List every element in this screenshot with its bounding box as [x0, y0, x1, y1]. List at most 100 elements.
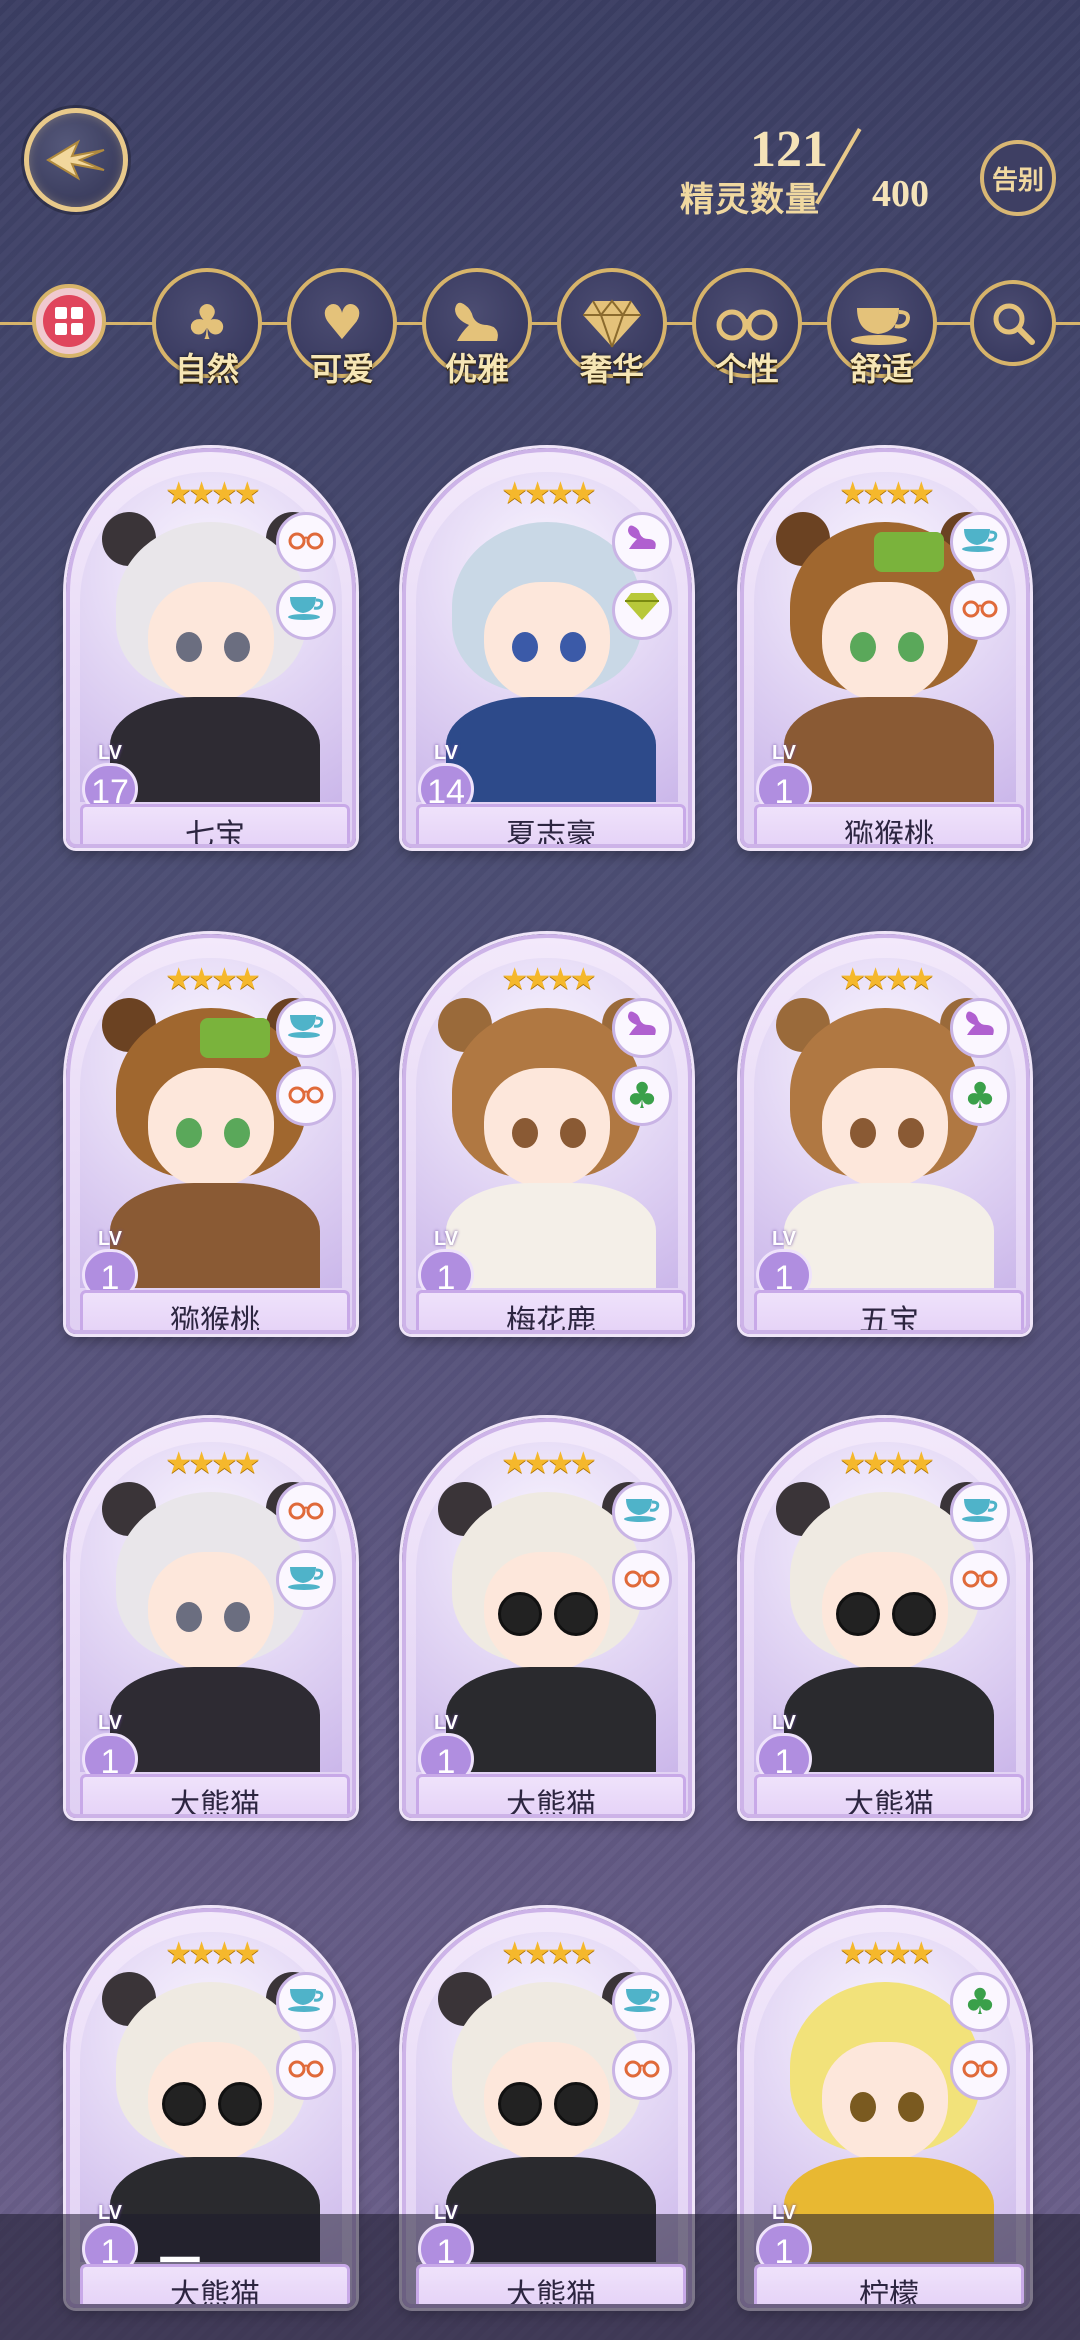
- back-button[interactable]: [24, 108, 128, 212]
- swan-icon: [455, 302, 498, 341]
- sunglasses-right: [554, 2082, 598, 2126]
- swan-icon: [623, 521, 661, 563]
- sprite-name: 大熊猫: [416, 2264, 686, 2304]
- level-label: LV: [771, 2202, 797, 2224]
- sprite-capacity: 400: [872, 173, 929, 215]
- sprite-name: 五宝: [754, 1290, 1024, 1330]
- sunglasses-right: [554, 1592, 598, 1636]
- sprite-card[interactable]: ★★★★ LV 1 猕猴桃: [740, 430, 1030, 850]
- trait-badge: [950, 580, 1010, 640]
- search-icon: [993, 303, 1035, 345]
- sprite-name: 夏志豪: [416, 804, 686, 844]
- rarity-stars: ★★★★: [165, 1936, 261, 1971]
- face: [822, 1068, 948, 1188]
- sprite-card[interactable]: ★★★★ ♣ LV 1 梅花鹿: [402, 916, 692, 1336]
- rarity-stars: ★★★★: [839, 1446, 935, 1481]
- rarity-stars: ★★★★: [165, 962, 261, 997]
- sprite-name: 猕猴桃: [80, 1290, 350, 1330]
- sprite-card[interactable]: ★★★★ LV 1 猕猴桃: [66, 916, 356, 1336]
- trait-badge: [612, 512, 672, 572]
- trait-badge: [276, 1066, 336, 1126]
- filter-cute-label: 可爱: [309, 350, 374, 388]
- rarity-stars: ★★★★: [501, 1936, 597, 1971]
- clover-icon: ♣: [185, 295, 229, 351]
- eye-right: [224, 632, 250, 662]
- rarity-stars: ★★★★: [165, 476, 261, 511]
- eye-left: [850, 2092, 876, 2122]
- level-label: LV: [771, 742, 797, 764]
- filter-elegant-label: 优雅: [444, 350, 509, 388]
- trait-badge: [612, 580, 672, 640]
- level-label: LV: [433, 1712, 459, 1734]
- trait-badge: [612, 2040, 672, 2100]
- eye-left: [850, 632, 876, 662]
- face: [822, 2042, 948, 2162]
- teacup-icon: [286, 591, 326, 629]
- trait-badge: [950, 1482, 1010, 1542]
- teacup-icon: [622, 1983, 662, 2021]
- farewell-button[interactable]: 告别: [980, 140, 1056, 216]
- sprite-name: 大熊猫: [80, 2264, 350, 2304]
- sprite-name: 柠檬: [754, 2264, 1024, 2304]
- trait-badge: [276, 998, 336, 1058]
- filter-comfort-label: 舒适: [849, 350, 914, 388]
- filter-luxury-label: 奢华: [579, 350, 644, 388]
- clover-icon: ♣: [625, 1075, 659, 1117]
- eye-right: [898, 2092, 924, 2122]
- card-frame: ★★★★ LV 17 七宝: [66, 448, 356, 848]
- sprite-card[interactable]: ★★★★ LV 1 大熊猫: [66, 1400, 356, 1820]
- trait-badge: [612, 1550, 672, 1610]
- glasses-icon: [287, 1077, 325, 1115]
- eye-right: [560, 1118, 586, 1148]
- sunglasses-left: [162, 2082, 206, 2126]
- teacup-icon: [960, 523, 1000, 561]
- eye-left: [512, 1118, 538, 1148]
- face: [148, 1068, 274, 1188]
- level-label: LV: [97, 1712, 123, 1734]
- trait-badge: [276, 2040, 336, 2100]
- card-frame: ★★★★ ♣ LV 1 五宝: [740, 934, 1030, 1334]
- sprite-card[interactable]: ★★★★ LV 14 夏志豪: [402, 430, 692, 850]
- sunglasses-right: [892, 1592, 936, 1636]
- card-frame: ★★★★ LV 14 夏志豪: [402, 448, 692, 848]
- teacup-icon: [960, 1493, 1000, 1531]
- sprite-card[interactable]: ★★★★ ♣ LV 1 五宝: [740, 916, 1030, 1336]
- glasses-icon: [716, 309, 778, 341]
- sprite-name: 大熊猫: [754, 1774, 1024, 1814]
- trait-badge: [276, 1550, 336, 1610]
- filter-search[interactable]: [970, 280, 1056, 366]
- eye-left: [512, 632, 538, 662]
- trait-badge: [612, 1482, 672, 1542]
- sprite-count-label: 精灵数量: [680, 180, 820, 220]
- eye-right: [224, 1118, 250, 1148]
- rarity-stars: ★★★★: [839, 962, 935, 997]
- glasses-icon: [961, 591, 999, 629]
- hair-bow: [874, 532, 944, 572]
- sunglasses-left: [498, 2082, 542, 2126]
- sprite-card[interactable]: ★★★★ LV 17 七宝: [66, 430, 356, 850]
- trait-badge: [950, 1550, 1010, 1610]
- sunglasses-right: [218, 2082, 262, 2126]
- level-label: LV: [97, 2202, 123, 2224]
- face: [484, 582, 610, 702]
- filter-all[interactable]: [32, 284, 106, 358]
- sprite-name: 七宝: [80, 804, 350, 844]
- level-label: LV: [97, 742, 123, 764]
- level-label: LV: [433, 742, 459, 764]
- trait-badge: [612, 1972, 672, 2032]
- eye-right: [560, 632, 586, 662]
- glasses-icon: [623, 2051, 661, 2089]
- clover-icon: ♣: [963, 1075, 997, 1117]
- eye-right: [898, 1118, 924, 1148]
- sprite-card[interactable]: ★★★★ LV 1 大熊猫: [402, 1400, 692, 1820]
- clover-icon: ♣: [963, 1981, 997, 2023]
- rarity-stars: ★★★★: [839, 1936, 935, 1971]
- back-arrow-icon: [46, 139, 105, 181]
- trait-badge: [276, 1482, 336, 1542]
- sprite-card[interactable]: ★★★★ LV 1 大熊猫: [740, 1400, 1030, 1820]
- eye-left: [850, 1118, 876, 1148]
- trait-badge: [276, 512, 336, 572]
- grid-icon: [43, 295, 95, 347]
- sprite-name: 大熊猫: [80, 1774, 350, 1814]
- level-label: LV: [433, 2202, 459, 2224]
